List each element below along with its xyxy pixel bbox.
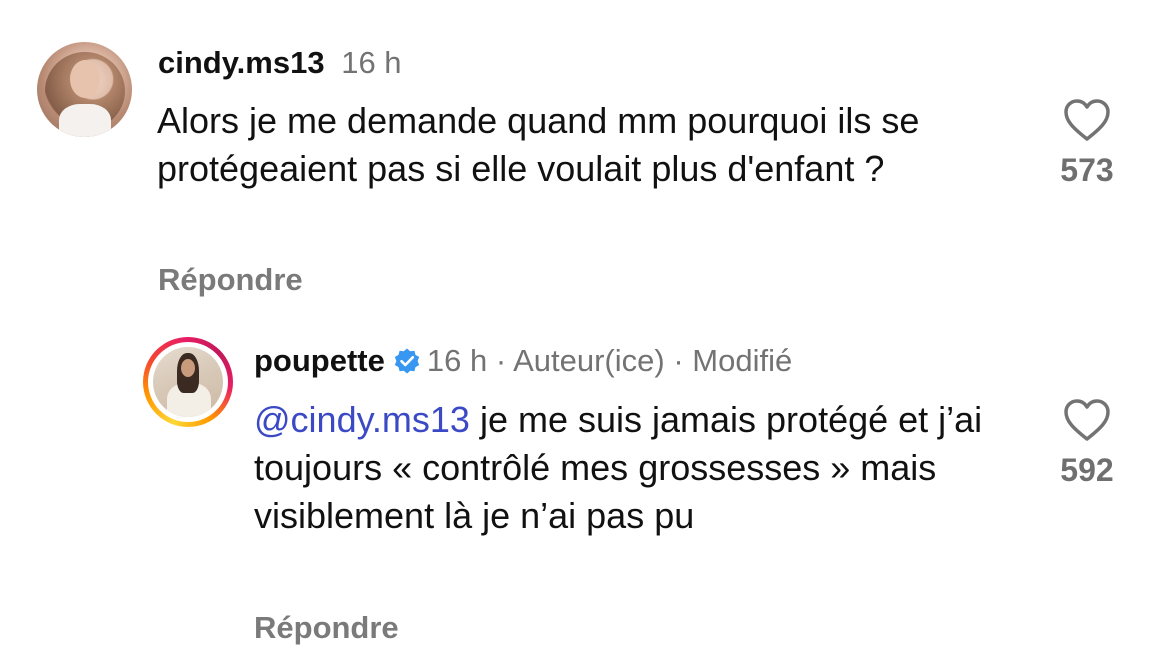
heart-outline-icon[interactable] [1063,98,1111,142]
like-count: 573 [1060,152,1114,188]
like-section: 592 [1042,398,1132,489]
heart-outline-icon[interactable] [1063,398,1111,442]
avatar[interactable] [143,337,233,427]
verified-badge-icon [394,348,420,374]
comment-header: cindy.ms13 16 h [158,45,402,81]
reply-button[interactable]: Répondre [158,262,303,298]
like-count: 592 [1060,452,1114,488]
reply-button[interactable]: Répondre [254,610,399,646]
comment-time: 16 h [341,45,402,80]
separator: · [673,343,684,378]
mention-link[interactable]: @cindy.ms13 [254,399,470,440]
comment-text: Alors je me demande quand mm pourquoi il… [157,100,920,189]
separator: · [495,343,507,378]
comment-header: poupette 16 h · Auteur(ice) · Modifié [254,343,792,379]
author-tag: Auteur(ice) [513,343,665,378]
comment-time: 16 h [426,343,488,378]
username[interactable]: poupette [254,343,385,378]
comment-text: @cindy.ms13 je me suis jamais protégé et… [254,396,1014,540]
edited-tag: Modifié [692,343,793,378]
username[interactable]: cindy.ms13 [158,45,325,80]
avatar[interactable] [37,42,132,137]
like-section: 573 [1042,98,1132,189]
